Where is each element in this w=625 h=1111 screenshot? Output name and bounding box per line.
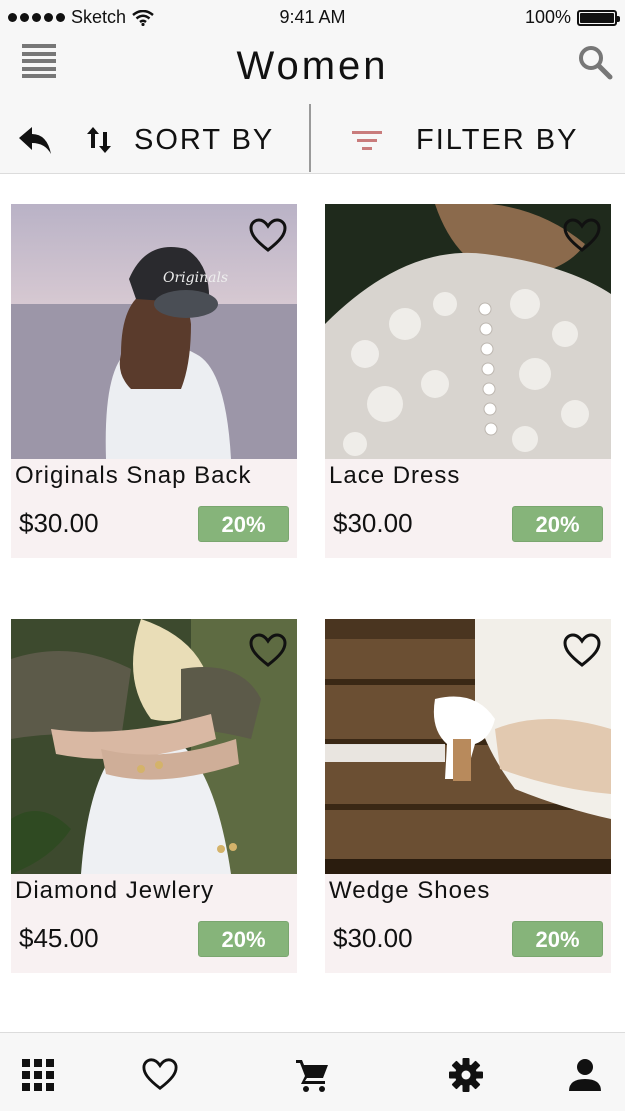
cart-icon[interactable] xyxy=(295,1057,331,1093)
discount-badge: 20% xyxy=(512,921,603,957)
favorite-heart-icon[interactable] xyxy=(249,633,287,669)
filter-by-label: FILTER BY xyxy=(416,123,579,156)
product-price: $45.00 xyxy=(19,923,99,953)
product-card[interactable]: Diamond Jewlery $45.00 20% xyxy=(11,619,297,973)
sort-by-label: SORT BY xyxy=(134,123,275,156)
sort-arrows-icon xyxy=(87,127,111,153)
page-title: Women xyxy=(236,44,389,88)
filter-lines-icon xyxy=(352,131,382,150)
battery-percent: 100% xyxy=(524,7,571,27)
product-price: $30.00 xyxy=(19,508,99,538)
search-icon[interactable] xyxy=(577,44,613,80)
grid-icon[interactable] xyxy=(20,1057,56,1093)
product-name: Lace Dress xyxy=(329,462,461,489)
product-card[interactable]: Wedge Shoes $30.00 20% xyxy=(325,619,611,973)
status-right: 100% xyxy=(524,7,620,28)
filter-by-button[interactable]: FILTER BY xyxy=(350,122,579,158)
product-name: Diamond Jewlery xyxy=(15,877,215,904)
profile-icon[interactable] xyxy=(567,1057,603,1093)
discount-badge: 20% xyxy=(512,506,603,542)
heart-icon[interactable] xyxy=(142,1057,178,1093)
svg-text:Originals: Originals xyxy=(163,270,228,286)
discount-badge: 20% xyxy=(198,921,289,957)
app-header: Women xyxy=(0,34,625,104)
discount-badge: 20% xyxy=(198,506,289,542)
status-bar: Sketch 9:41 AM 100% xyxy=(0,0,625,34)
sort-by-button[interactable]: SORT BY xyxy=(86,122,274,158)
product-price: $30.00 xyxy=(333,508,413,538)
reply-arrow-icon[interactable] xyxy=(17,126,53,156)
bottom-navigation xyxy=(0,1032,625,1111)
battery-icon xyxy=(577,9,620,26)
favorite-heart-icon[interactable] xyxy=(249,218,287,254)
toolbar-divider xyxy=(309,104,311,172)
product-card[interactable]: Lace Dress $30.00 20% xyxy=(325,204,611,558)
favorite-heart-icon[interactable] xyxy=(563,218,601,254)
product-card[interactable]: Originals Originals Snap Back $30.00 20% xyxy=(11,204,297,558)
favorite-heart-icon[interactable] xyxy=(563,633,601,669)
gear-icon[interactable] xyxy=(448,1057,484,1093)
product-price: $30.00 xyxy=(333,923,413,953)
product-name: Originals Snap Back xyxy=(15,462,252,489)
product-name: Wedge Shoes xyxy=(329,877,491,904)
sort-filter-toolbar: SORT BY FILTER BY xyxy=(0,104,625,174)
